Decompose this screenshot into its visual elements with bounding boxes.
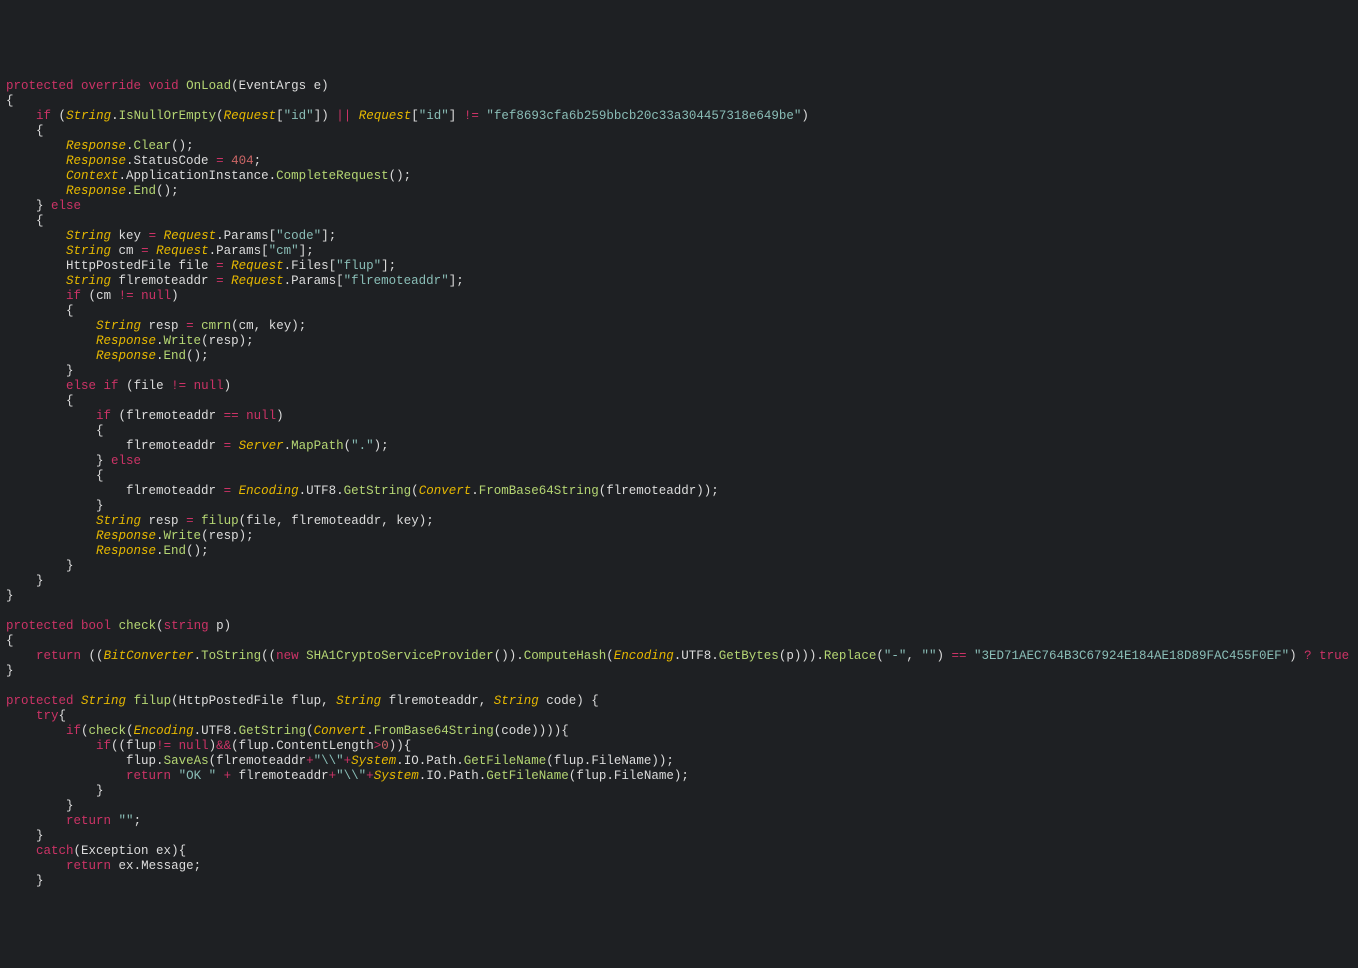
string-literal: "." bbox=[351, 439, 374, 453]
string-literal: "id" bbox=[419, 109, 449, 123]
string-literal: "flup" bbox=[336, 259, 381, 273]
string-literal: "\\" bbox=[314, 754, 344, 768]
string-literal: "OK " bbox=[179, 769, 217, 783]
code-block: protected override void OnLoad(EventArgs… bbox=[0, 75, 1358, 893]
string-literal: "id" bbox=[284, 109, 314, 123]
string-literal: "code" bbox=[276, 229, 321, 243]
number-literal: 404 bbox=[231, 154, 254, 168]
string-literal: "3ED71AEC764B3C67924E184AE18D89FAC455F0E… bbox=[974, 649, 1289, 663]
string-literal: "" bbox=[119, 814, 134, 828]
string-literal: "flremoteaddr" bbox=[344, 274, 449, 288]
string-literal: "fef8693cfa6b259bbcb20c33a304457318e649b… bbox=[486, 109, 801, 123]
string-literal: "-" bbox=[884, 649, 907, 663]
string-literal: "\\" bbox=[336, 769, 366, 783]
string-literal: "cm" bbox=[269, 244, 299, 258]
number-literal: 0 bbox=[381, 739, 389, 753]
string-literal: "" bbox=[921, 649, 936, 663]
